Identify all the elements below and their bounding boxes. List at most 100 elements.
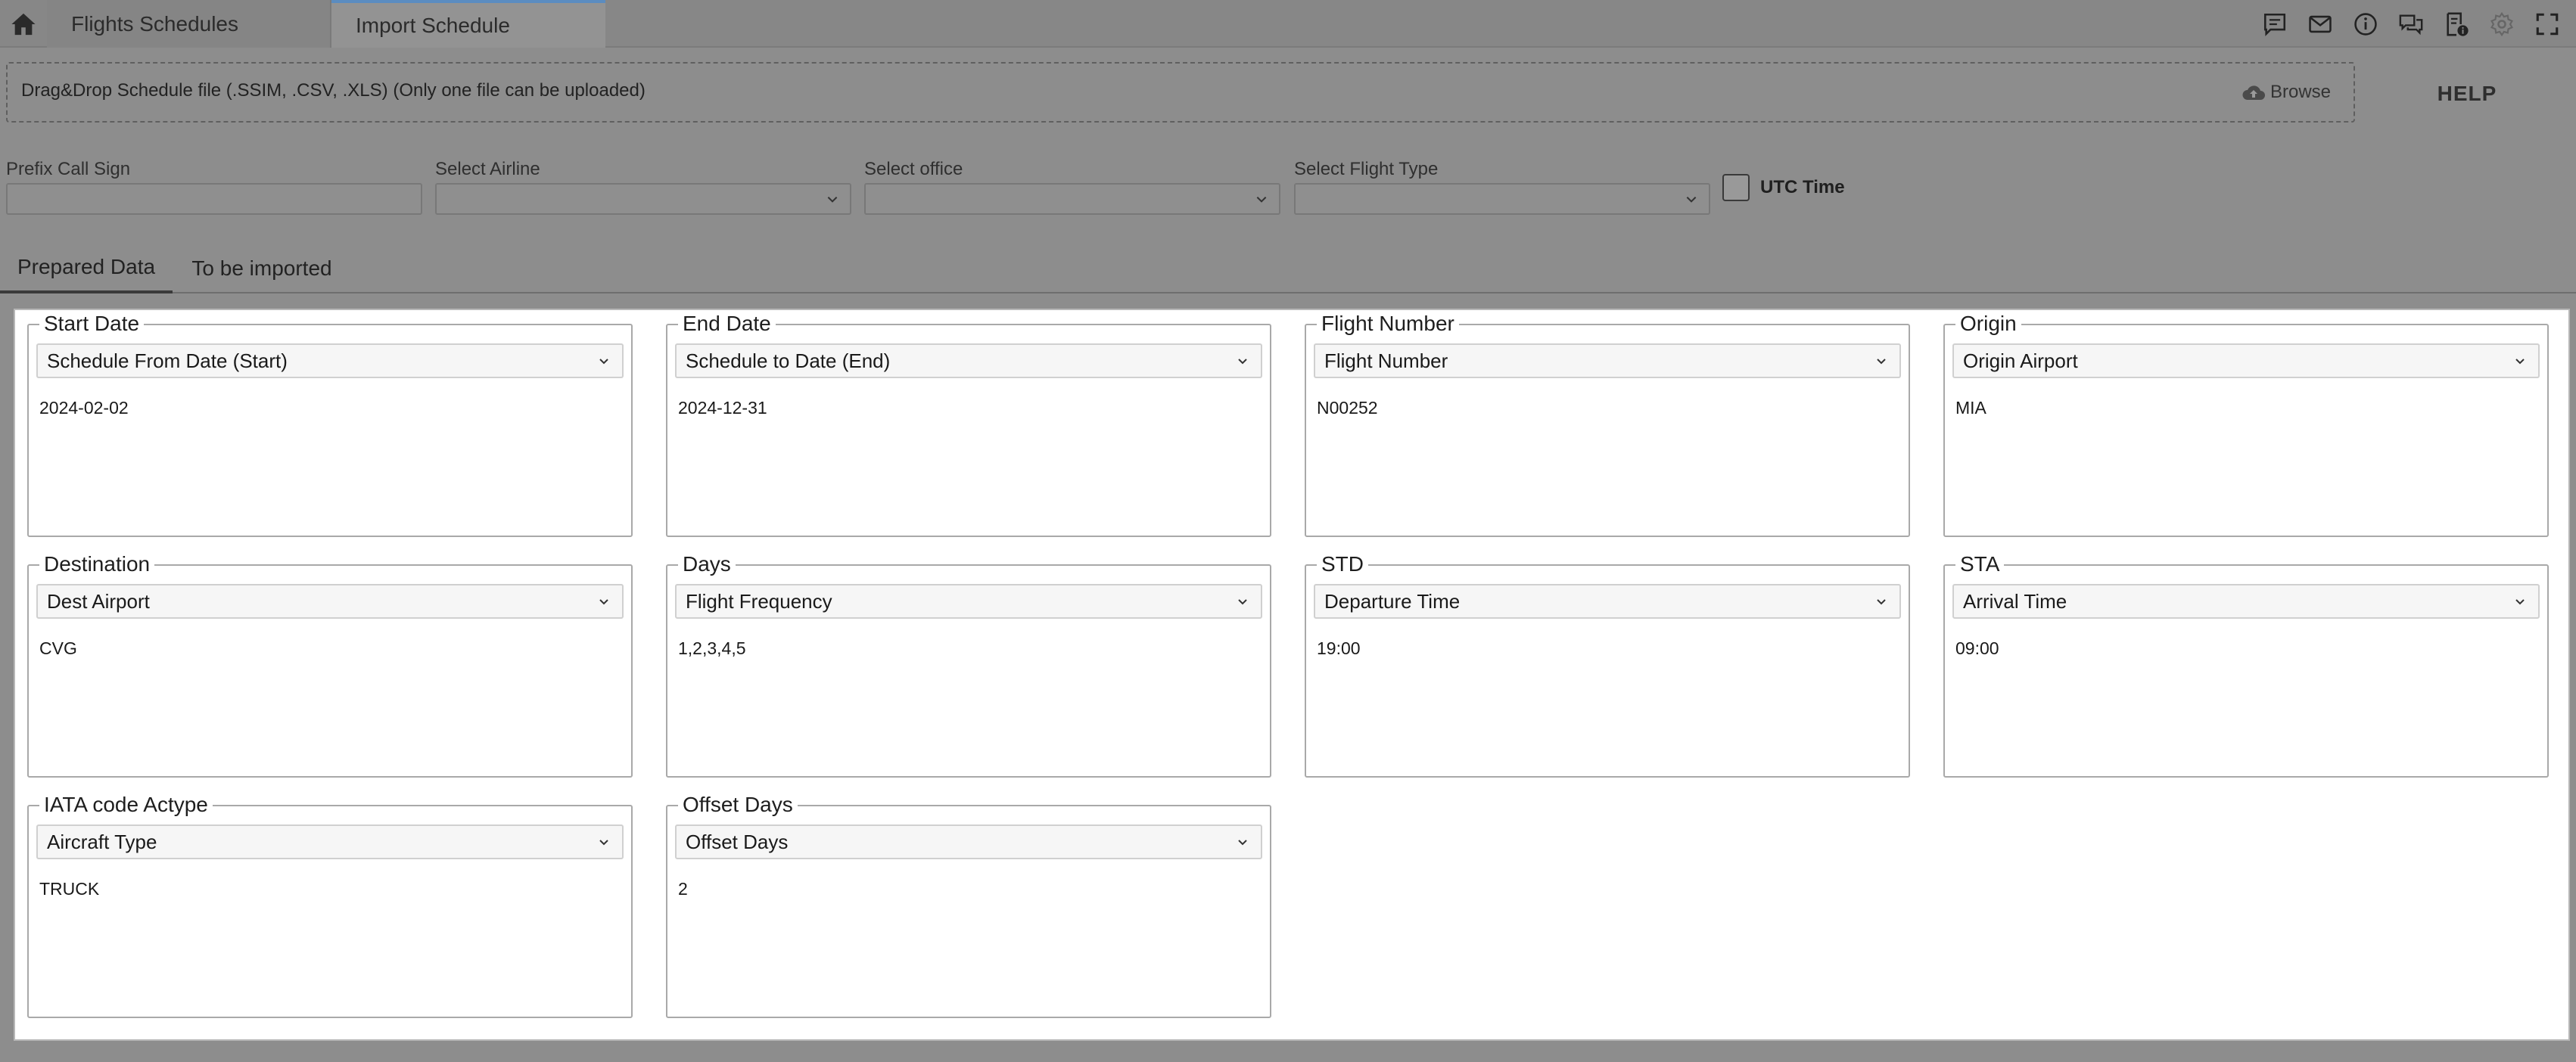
card-title: Start Date [39, 310, 145, 337]
document-info-button[interactable] [2434, 0, 2479, 48]
card-title: STD [1317, 551, 1368, 578]
settings-button[interactable] [2479, 0, 2525, 48]
card-title: Destination [39, 551, 155, 578]
card-title: Days [678, 551, 736, 578]
tab-flights-schedules[interactable]: Flights Schedules [47, 0, 331, 48]
mapping-card-destination: Destination Dest Airport CVG [27, 551, 633, 778]
column-select[interactable]: Origin Airport [1952, 343, 2540, 378]
mapping-card-days: Days Flight Frequency 1,2,3,4,5 [666, 551, 1271, 778]
mapping-card-iata-actype: IATA code Actype Aircraft Type TRUCK [27, 791, 633, 1018]
chat-button[interactable] [2388, 0, 2434, 48]
card-title: End Date [678, 310, 776, 337]
mapping-card-std: STD Departure Time 19:00 [1305, 551, 1910, 778]
info-icon [2354, 12, 2377, 36]
select-value: Origin Airport [1963, 349, 2078, 372]
sample-value: 09:00 [1955, 638, 1999, 658]
utc-time-label: UTC Time [1760, 177, 1845, 197]
mapping-card-flight-number: Flight Number Flight Number N00252 [1305, 310, 1910, 537]
comment-button[interactable] [2252, 0, 2298, 48]
card-title: STA [1955, 551, 2005, 578]
card-title: Flight Number [1317, 310, 1459, 337]
chat-icon [2399, 14, 2423, 35]
toolbar-icons [2252, 0, 2570, 48]
column-select[interactable]: Dest Airport [36, 584, 624, 619]
card-title: Origin [1955, 310, 2021, 337]
column-select[interactable]: Aircraft Type [36, 824, 624, 859]
tab-prepared-data[interactable]: Prepared Data [0, 244, 173, 293]
sample-value: 2 [678, 879, 688, 899]
fullscreen-button[interactable] [2525, 0, 2570, 48]
tab-label: To be imported [191, 256, 332, 280]
tab-label: Prepared Data [17, 255, 156, 278]
column-select[interactable]: Schedule to Date (End) [675, 343, 1262, 378]
prefix-call-sign-input[interactable] [6, 183, 422, 215]
column-select[interactable]: Flight Number [1314, 343, 1901, 378]
chevron-down-icon [599, 359, 608, 365]
drop-zone-text: Drag&Drop Schedule file (.SSIM, .CSV, .X… [21, 80, 646, 101]
select-value: Flight Frequency [686, 589, 832, 613]
column-select[interactable]: Departure Time [1314, 584, 1901, 619]
home-icon [11, 13, 36, 35]
mapping-card-offset-days: Offset Days Offset Days 2 [666, 791, 1271, 1018]
chevron-down-icon [1256, 197, 1267, 203]
flight-type-select[interactable] [1294, 183, 1710, 215]
chevron-down-icon [599, 840, 608, 846]
select-value: Schedule From Date (Start) [47, 349, 288, 372]
import-schedule-screen: Flights Schedules Import Schedule Drag&D… [0, 0, 2576, 1062]
sample-value: 2024-12-31 [678, 398, 767, 418]
chevron-down-icon [1877, 599, 1886, 605]
mail-button[interactable] [2298, 0, 2343, 48]
tab-label: Flights Schedules [71, 11, 239, 36]
mapping-card-sta: STA Arrival Time 09:00 [1943, 551, 2549, 778]
sample-value: 2024-02-02 [39, 398, 129, 418]
filter-label: Select Flight Type [1294, 159, 1439, 179]
fullscreen-icon [2536, 13, 2559, 35]
airline-select[interactable] [435, 183, 851, 215]
mapping-card-end-date: End Date Schedule to Date (End) 2024-12-… [666, 310, 1271, 537]
column-select[interactable]: Flight Frequency [675, 584, 1262, 619]
column-select[interactable]: Arrival Time [1952, 584, 2540, 619]
chevron-down-icon [599, 599, 608, 605]
top-bar: Flights Schedules Import Schedule [0, 0, 2576, 48]
chevron-down-icon [2515, 359, 2525, 365]
help-label: HELP [2437, 82, 2497, 105]
utc-time-checkbox[interactable] [1722, 174, 1750, 201]
sample-value: N00252 [1317, 398, 1378, 418]
mail-icon [2309, 15, 2332, 33]
office-select[interactable] [864, 183, 1280, 215]
filter-label: Select Airline [435, 159, 540, 179]
chevron-down-icon [827, 197, 838, 203]
select-value: Dest Airport [47, 589, 150, 613]
help-button[interactable]: HELP [2369, 62, 2565, 126]
select-value: Departure Time [1324, 589, 1461, 613]
chevron-down-icon [1238, 840, 1247, 846]
tab-label: Import Schedule [356, 13, 510, 37]
home-button[interactable] [0, 0, 47, 48]
data-tabs: Prepared Data To be imported [0, 244, 2576, 293]
card-title: Offset Days [678, 791, 798, 818]
sample-value: TRUCK [39, 879, 100, 899]
airline-filter: Select Airline [435, 159, 851, 215]
file-drop-zone[interactable]: Drag&Drop Schedule file (.SSIM, .CSV, .X… [6, 62, 2355, 123]
flight-type-filter: Select Flight Type [1294, 159, 1710, 215]
sample-value: 1,2,3,4,5 [678, 638, 746, 658]
tab-to-be-imported[interactable]: To be imported [173, 244, 351, 293]
chevron-down-icon [1686, 197, 1697, 203]
prefix-call-sign-filter: Prefix Call Sign [6, 159, 422, 215]
select-value: Schedule to Date (End) [686, 349, 891, 372]
sample-value: 19:00 [1317, 638, 1361, 658]
filter-label: Select office [864, 159, 963, 179]
tab-import-schedule[interactable]: Import Schedule [331, 0, 605, 48]
info-button[interactable] [2343, 0, 2388, 48]
chevron-down-icon [2515, 599, 2525, 605]
mapping-card-start-date: Start Date Schedule From Date (Start) 20… [27, 310, 633, 537]
select-value: Arrival Time [1963, 589, 2067, 613]
column-select[interactable]: Offset Days [675, 824, 1262, 859]
browse-label: Browse [2270, 82, 2331, 102]
select-value: Flight Number [1324, 349, 1448, 372]
chevron-down-icon [1238, 359, 1247, 365]
column-select[interactable]: Schedule From Date (Start) [36, 343, 624, 378]
select-value: Offset Days [686, 830, 789, 853]
chevron-down-icon [1238, 599, 1247, 605]
browse-button[interactable]: Browse [2242, 79, 2331, 106]
